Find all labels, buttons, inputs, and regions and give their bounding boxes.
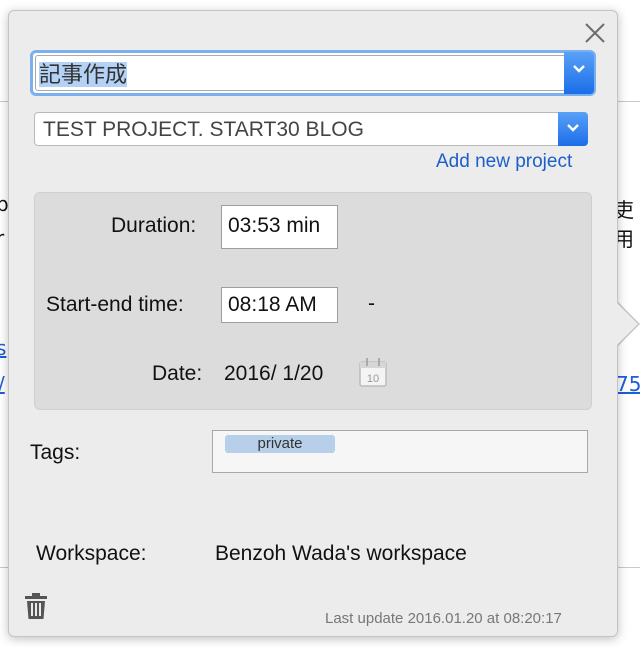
date-field[interactable]: 2016/ 1/20 [224,362,323,386]
duration-label: Duration: [111,214,197,237]
calendar-icon[interactable]: 10 [358,356,388,388]
time-separator: - [368,292,375,315]
project-select[interactable]: TEST PROJECT. START30 BLOG [34,112,588,146]
background-link-fragment: 75 [616,372,640,396]
close-icon[interactable] [583,21,607,45]
popover-arrow [616,302,638,346]
date-label: Date: [152,362,203,385]
tags-input[interactable]: private [212,430,588,473]
background-text-fragment: r [0,226,5,250]
chevron-down-icon[interactable] [558,112,588,146]
background-link-fragment: / [0,372,5,396]
workspace-label: Workspace: [36,542,147,565]
tags-label: Tags: [30,441,81,464]
add-new-project-link[interactable]: Add new project [436,151,572,173]
tag-chip[interactable]: private [225,435,335,453]
start-time-field[interactable]: 08:18 AM [221,287,338,323]
project-value: TEST PROJECT. START30 BLOG [43,118,364,141]
task-description-value: 記事作成 [39,62,128,87]
background-link-fragment: s [0,336,7,360]
chevron-down-icon[interactable] [564,52,594,94]
task-description-select[interactable]: 記事作成 [30,50,596,96]
calendar-day: 10 [367,373,379,385]
workspace-value: Benzoh Wada's workspace [215,542,467,565]
start-end-time-label: Start-end time: [46,293,184,316]
trash-icon[interactable] [24,592,48,620]
last-update-text: Last update 2016.01.20 at 08:20:17 [325,610,562,627]
duration-field[interactable]: 03:53 min [221,205,338,249]
